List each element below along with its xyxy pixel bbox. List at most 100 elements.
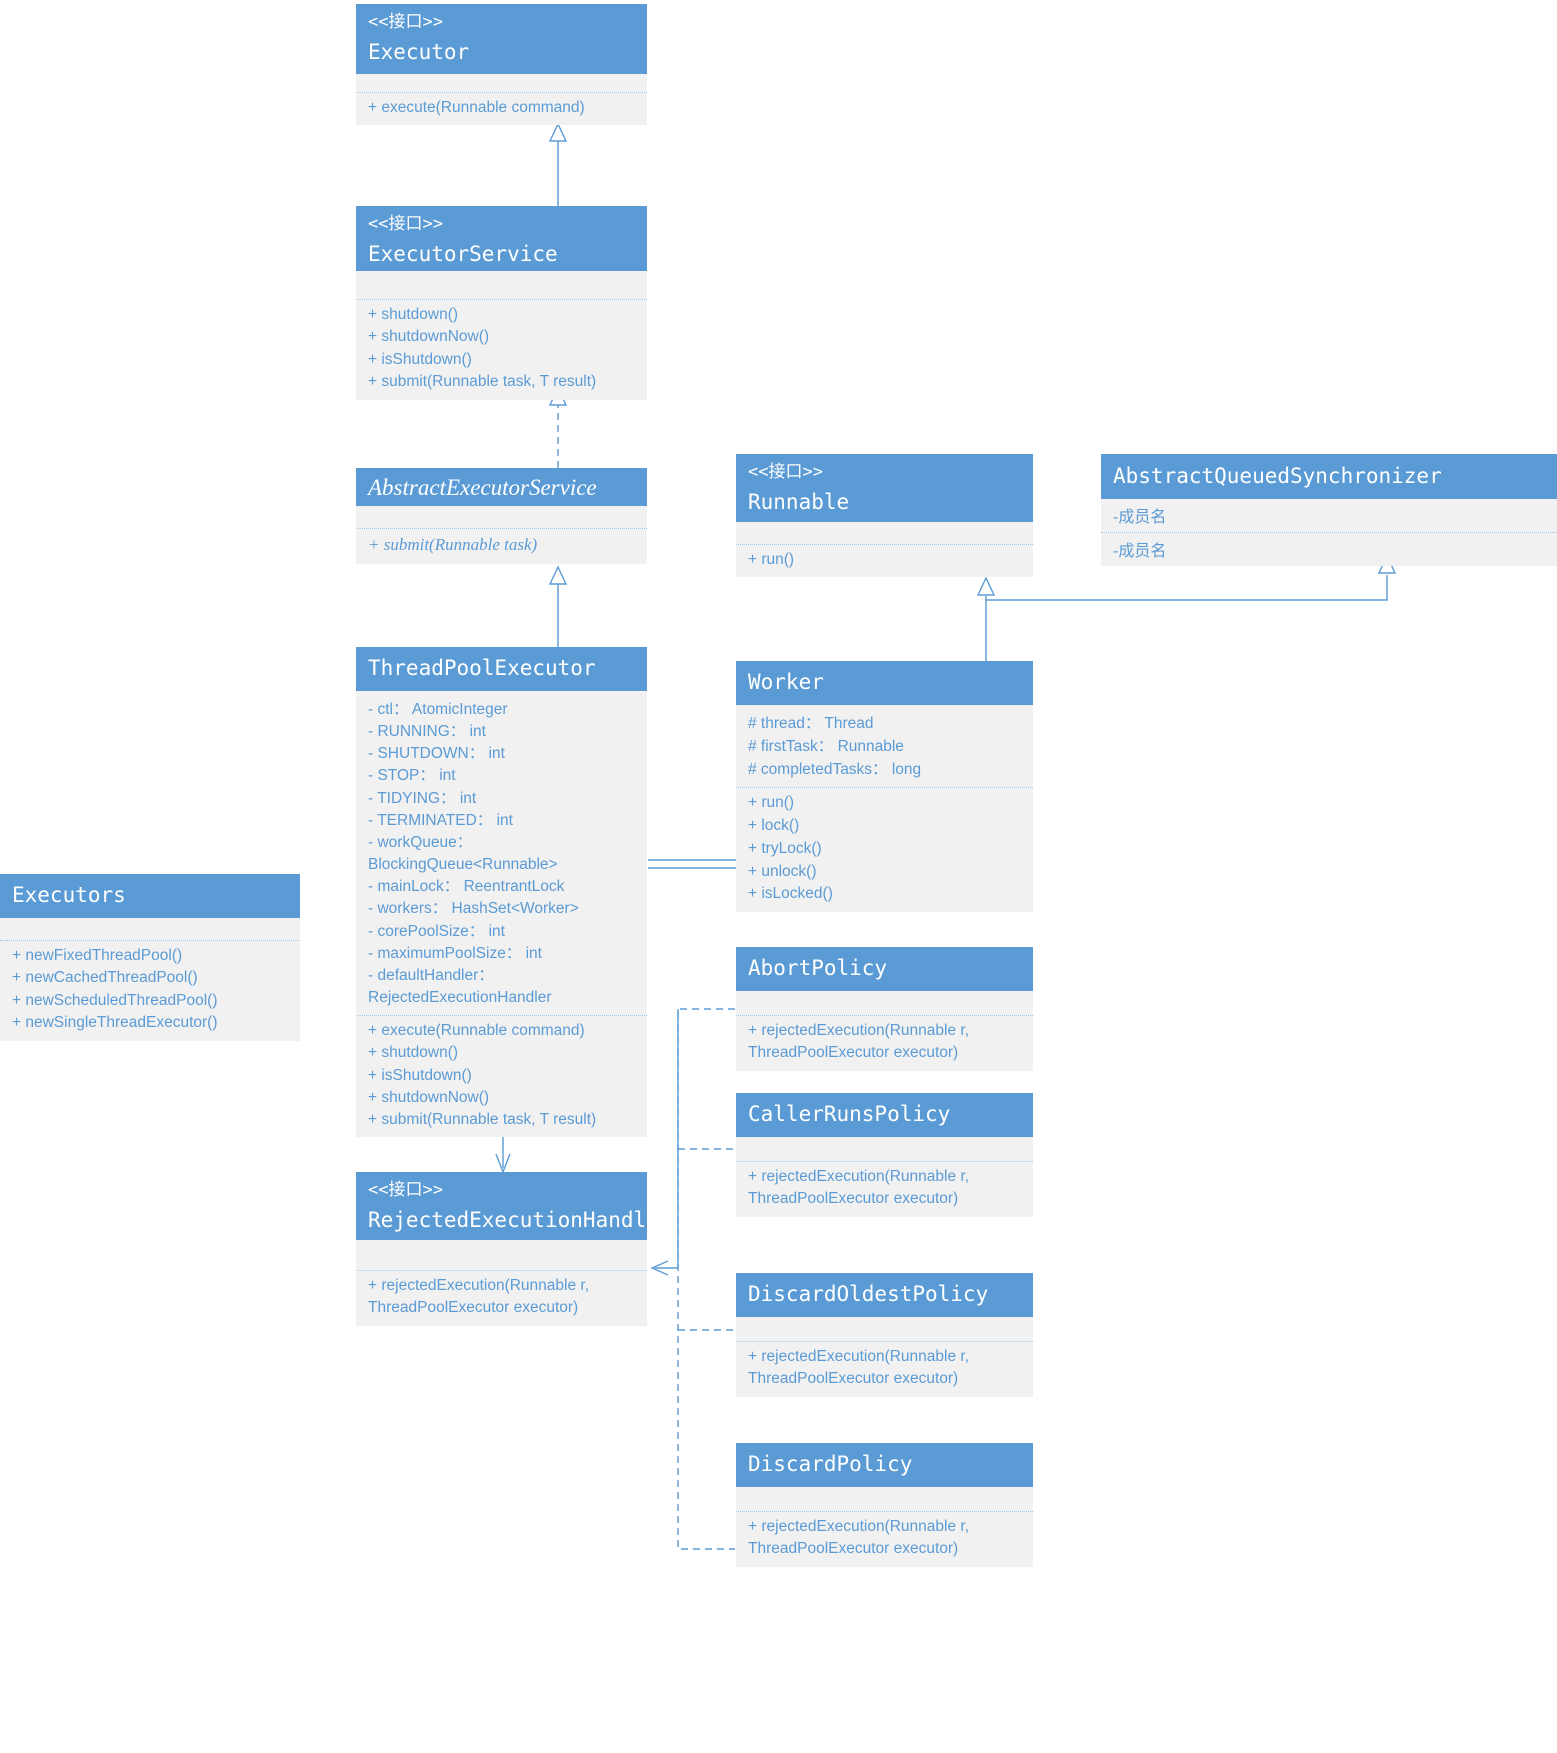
class-runnable-name: Runnable	[748, 490, 850, 515]
operation-row: + isLocked()	[748, 885, 833, 903]
operation-row: + run()	[748, 551, 795, 568]
class-executor-stereotype: <<接口>>	[368, 12, 443, 32]
class-discardpolicy[interactable]: DiscardPolicy + rejectedExecution(Runnab…	[736, 1443, 1033, 1567]
class-abortpolicy[interactable]: AbortPolicy + rejectedExecution(Runnable…	[736, 947, 1033, 1071]
member-row: -成员名	[1113, 509, 1167, 526]
class-callerrunspolicy-attributes	[736, 1137, 1033, 1161]
class-executorservice[interactable]: <<接口>> ExecutorService + shutdown() + sh…	[356, 206, 647, 400]
class-threadpoolexecutor-operations: + execute(Runnable command) + shutdown()…	[356, 1015, 647, 1137]
class-executors-attributes	[0, 918, 300, 940]
class-discardoldestpolicy[interactable]: DiscardOldestPolicy + rejectedExecution(…	[736, 1273, 1033, 1397]
operation-row: + shutdownNow()	[368, 1088, 490, 1106]
operation-row: + rejectedExecution(Runnable r, ThreadPo…	[748, 1348, 974, 1388]
operation-row: + newFixedThreadPool()	[12, 947, 183, 964]
operation-row: + execute(Runnable command)	[368, 99, 585, 116]
attribute-row: - workers： HashSet<Worker>	[368, 900, 579, 918]
class-executors-name: Executors	[12, 883, 126, 907]
operation-row: + newSingleThreadExecutor()	[12, 1014, 218, 1032]
attribute-row: - RUNNING： int	[368, 723, 486, 741]
operation-row: + rejectedExecution(Runnable r, ThreadPo…	[748, 1518, 974, 1558]
operation-row: + rejectedExecution(Runnable r, ThreadPo…	[748, 1168, 974, 1208]
class-worker[interactable]: Worker # thread： Thread # firstTask： Run…	[736, 661, 1033, 913]
class-abstractqueuedsynchronizer-header: AbstractQueuedSynchronizer	[1101, 454, 1557, 499]
class-abortpolicy-header: AbortPolicy	[736, 947, 1033, 991]
operation-row: + lock()	[748, 817, 800, 835]
class-callerrunspolicy[interactable]: CallerRunsPolicy + rejectedExecution(Run…	[736, 1093, 1033, 1217]
class-worker-name: Worker	[748, 670, 824, 694]
operation-row: + newCachedThreadPool()	[12, 969, 198, 987]
class-abstractexecutorservice-operations: + submit(Runnable task)	[356, 528, 647, 564]
operation-row: + submit(Runnable task, T result)	[368, 1110, 597, 1128]
class-runnable-header: <<接口>> Runnable	[736, 454, 1033, 522]
attribute-row: - SHUTDOWN： int	[368, 745, 505, 763]
attribute-row: - ctl： AtomicInteger	[368, 701, 508, 718]
class-executor-name: Executor	[368, 40, 470, 65]
uml-class-diagram: <<接口>> Executor + execute(Runnable comma…	[0, 0, 1557, 1753]
operation-row: + isShutdown()	[368, 1066, 472, 1084]
class-executor-attributes	[356, 74, 647, 92]
class-discardoldestpolicy-operations: + rejectedExecution(Runnable r, ThreadPo…	[736, 1341, 1033, 1397]
class-discardoldestpolicy-attributes	[736, 1317, 1033, 1341]
class-abstractqueuedsynchronizer-name: AbstractQueuedSynchronizer	[1113, 464, 1442, 488]
attribute-row: - maximumPoolSize： int	[368, 944, 542, 962]
class-executor-header: <<接口>> Executor	[356, 4, 647, 74]
class-discardpolicy-attributes	[736, 1487, 1033, 1511]
class-threadpoolexecutor-attributes: - ctl： AtomicInteger - RUNNING： int - SH…	[356, 691, 647, 1015]
class-executorservice-header: <<接口>> ExecutorService	[356, 206, 647, 271]
class-executors[interactable]: Executors + newFixedThreadPool() + newCa…	[0, 874, 300, 1041]
class-executorservice-name: ExecutorService	[368, 242, 558, 267]
operation-row: + newScheduledThreadPool()	[12, 991, 218, 1009]
class-abstractexecutorservice-attributes	[356, 506, 647, 528]
class-callerrunspolicy-header: CallerRunsPolicy	[736, 1093, 1033, 1137]
attribute-row: - STOP： int	[368, 767, 456, 785]
class-rejectedexecutionhandler-name: RejectedExecutionHandler	[368, 1208, 672, 1233]
class-executorservice-operations: + shutdown() + shutdownNow() + isShutdow…	[356, 299, 647, 400]
attribute-row: - TIDYING： int	[368, 789, 477, 807]
class-discardpolicy-operations: + rejectedExecution(Runnable r, ThreadPo…	[736, 1511, 1033, 1567]
class-runnable[interactable]: <<接口>> Runnable + run()	[736, 454, 1033, 578]
class-threadpoolexecutor-header: ThreadPoolExecutor	[356, 647, 647, 691]
attribute-row: # completedTasks： long	[748, 760, 922, 778]
operation-row: + isShutdown()	[368, 350, 472, 368]
attribute-row: # firstTask： Runnable	[748, 737, 904, 755]
class-rejectedexecutionhandler[interactable]: <<接口>> RejectedExecutionHandler + reject…	[356, 1172, 672, 1326]
class-rejectedexecutionhandler-stereotype: <<接口>>	[368, 1180, 443, 1200]
class-runnable-stereotype: <<接口>>	[748, 462, 823, 482]
class-abstractqueuedsynchronizer[interactable]: AbstractQueuedSynchronizer -成员名 -成员名	[1101, 454, 1557, 566]
operation-row: + submit(Runnable task, T result)	[368, 373, 597, 391]
class-discardpolicy-name: DiscardPolicy	[748, 1452, 913, 1476]
class-executorservice-stereotype: <<接口>>	[368, 214, 443, 234]
class-worker-attributes: # thread： Thread # firstTask： Runnable #…	[736, 705, 1033, 787]
attribute-row: - TERMINATED： int	[368, 811, 513, 829]
class-rejectedexecutionhandler-attributes	[356, 1240, 647, 1270]
class-worker-operations: + run() + lock() + tryLock() + unlock() …	[736, 787, 1033, 912]
operation-row: + unlock()	[748, 862, 817, 880]
class-abstractexecutorservice-name: AbstractExecutorService	[368, 475, 597, 500]
class-executor-operations: + execute(Runnable command)	[356, 92, 647, 125]
class-runnable-attributes	[736, 522, 1033, 544]
class-abstractexecutorservice-header: AbstractExecutorService	[356, 468, 647, 506]
class-callerrunspolicy-name: CallerRunsPolicy	[748, 1102, 951, 1126]
class-discardpolicy-header: DiscardPolicy	[736, 1443, 1033, 1487]
operation-row: + run()	[748, 794, 795, 812]
attribute-row: # thread： Thread	[748, 715, 874, 732]
edge-worker-to-aqs	[986, 575, 1388, 601]
operation-row: + rejectedExecution(Runnable r, ThreadPo…	[748, 1022, 974, 1062]
class-threadpoolexecutor-name: ThreadPoolExecutor	[368, 656, 596, 680]
class-discardoldestpolicy-header: DiscardOldestPolicy	[736, 1273, 1033, 1317]
class-abortpolicy-operations: + rejectedExecution(Runnable r, ThreadPo…	[736, 1015, 1033, 1071]
class-threadpoolexecutor[interactable]: ThreadPoolExecutor - ctl： AtomicInteger …	[356, 647, 647, 1137]
operation-row: + shutdown()	[368, 306, 459, 323]
class-callerrunspolicy-operations: + rejectedExecution(Runnable r, ThreadPo…	[736, 1161, 1033, 1217]
operation-row: + tryLock()	[748, 839, 822, 857]
class-executor[interactable]: <<接口>> Executor + execute(Runnable comma…	[356, 4, 647, 126]
class-executorservice-attributes	[356, 271, 647, 299]
attribute-row: - defaultHandler： RejectedExecutionHandl…	[368, 966, 552, 1007]
attribute-row: - workQueue： BlockingQueue<Runnable>	[368, 833, 558, 874]
operation-row: + rejectedExecution(Runnable r, ThreadPo…	[368, 1277, 594, 1317]
operation-row: + execute(Runnable command)	[368, 1022, 585, 1040]
class-abstractexecutorservice[interactable]: AbstractExecutorService + submit(Runnabl…	[356, 468, 647, 564]
operation-row: + shutdownNow()	[368, 328, 490, 346]
class-rejectedexecutionhandler-operations: + rejectedExecution(Runnable r, ThreadPo…	[356, 1270, 647, 1326]
class-runnable-operations: + run()	[736, 544, 1033, 577]
